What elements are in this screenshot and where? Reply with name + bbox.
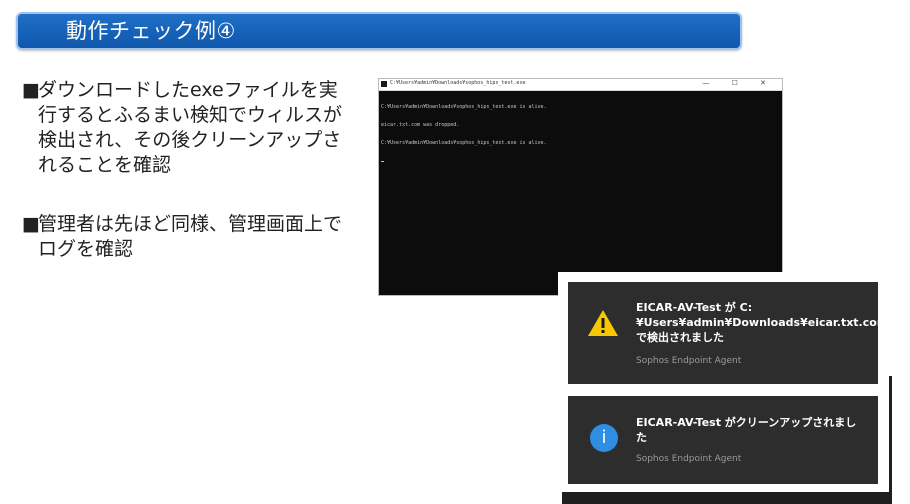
screenshot-edge <box>889 376 892 504</box>
window-controls[interactable]: — ☐ ✕ <box>702 79 776 87</box>
toast-app-name: Sophos Endpoint Agent <box>636 454 742 464</box>
console-line: C:¥Users¥admin¥Downloads¥sophos_hips_tes… <box>381 140 547 146</box>
console-window-title: C:¥Users¥admin¥Downloads¥sophos_hips_tes… <box>390 80 526 86</box>
slide-title-bar: 動作チェック例④ <box>16 12 742 50</box>
bullet-item-execution: ■ ダウンロードしたexeファイルを実行するとふるまい検知でウィルスが検出され、… <box>22 78 342 178</box>
console-output: C:¥Users¥admin¥Downloads¥sophos_hips_tes… <box>379 91 782 175</box>
bullet-item-admin-log: ■ 管理者は先ほど同様、管理画面上でログを確認 <box>22 212 342 262</box>
screenshot-edge <box>562 492 892 504</box>
console-titlebar[interactable]: C:¥Users¥admin¥Downloads¥sophos_hips_tes… <box>379 79 782 91</box>
console-window[interactable]: C:¥Users¥admin¥Downloads¥sophos_hips_tes… <box>378 78 783 296</box>
bullet-text: ダウンロードしたexeファイルを実行するとふるまい検知でウィルスが検出され、その… <box>38 79 343 176</box>
console-line: eicar.txt.com was dropped. <box>381 122 460 128</box>
toast-message: EICAR-AV-Test がクリーンアップされました <box>636 416 857 444</box>
info-icon: i <box>590 424 618 452</box>
console-line: C:¥Users¥admin¥Downloads¥sophos_hips_tes… <box>381 104 547 110</box>
toast-app-name: Sophos Endpoint Agent <box>636 356 742 366</box>
bullet-text: 管理者は先ほど同様、管理画面上でログを確認 <box>38 213 343 260</box>
detection-toast[interactable]: EICAR-AV-Test が C:¥Users¥admin¥Downloads… <box>568 282 889 384</box>
warning-icon <box>588 310 618 336</box>
cleanup-toast[interactable]: i EICAR-AV-Test がクリーンアップされました Sophos End… <box>568 396 878 484</box>
console-cursor <box>381 161 384 162</box>
bullet-mark: ■ <box>22 79 40 101</box>
bullet-mark: ■ <box>22 213 40 235</box>
slide-title: 動作チェック例④ <box>66 19 236 43</box>
toast-message: EICAR-AV-Test が C:¥Users¥admin¥Downloads… <box>636 301 889 344</box>
console-app-icon <box>381 81 387 87</box>
